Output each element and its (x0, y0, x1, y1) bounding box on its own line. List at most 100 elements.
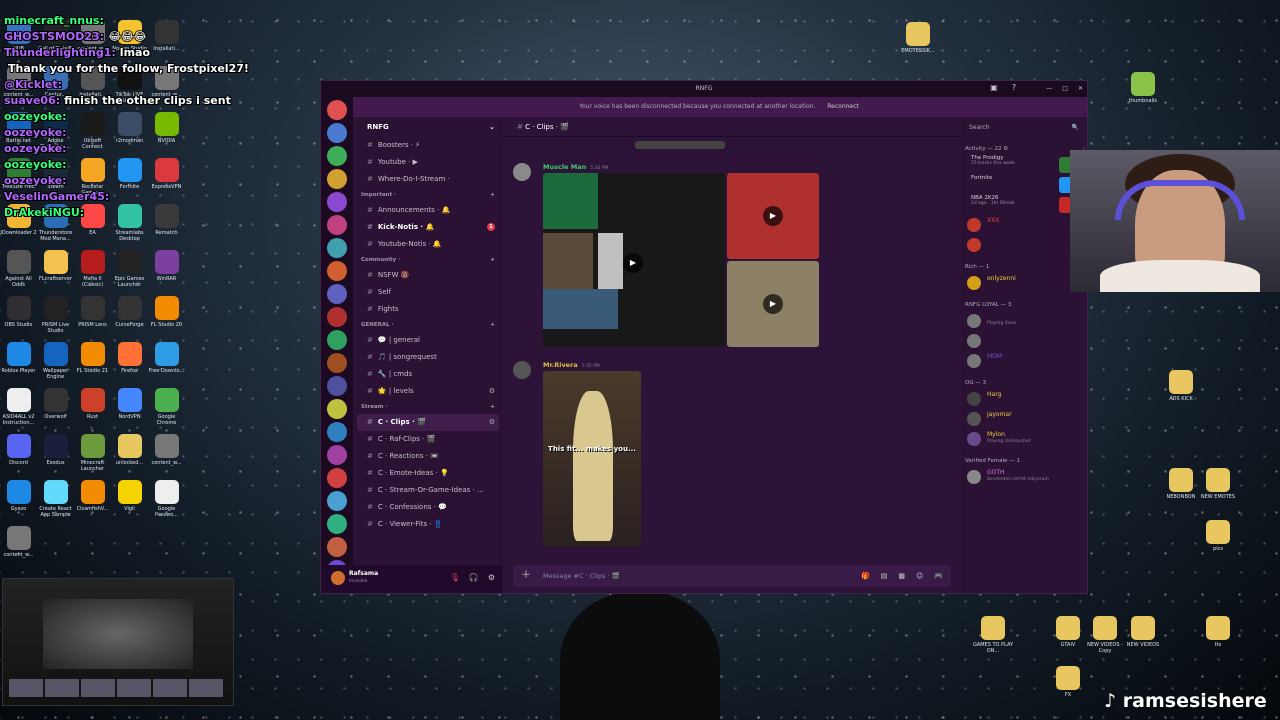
inbox-icon[interactable]: ▣ (989, 83, 999, 93)
desktop-icon[interactable]: Against All Odds (0, 250, 37, 288)
channel-item[interactable]: # Kick-Notis · 🔔 1 (357, 219, 499, 236)
avatar[interactable] (513, 361, 531, 379)
server-icon[interactable] (327, 146, 347, 166)
server-icon[interactable] (327, 353, 347, 373)
server-icon[interactable] (327, 330, 347, 350)
gift-icon[interactable]: 🎁 (861, 565, 870, 587)
channel-item[interactable]: # 💬 | general (357, 332, 499, 349)
desktop-icon[interactable]: Google Passwo... (148, 480, 185, 518)
member-item[interactable]: jayomar (965, 409, 1085, 429)
activity-item[interactable]: The Prodigy 15 tracks this week (965, 155, 1085, 175)
desktop-folder-icon[interactable]: EMOTESSIK... (893, 22, 943, 60)
message-author[interactable]: Muscle Man 5:30 PM (543, 163, 608, 171)
video-attachment[interactable]: ▶ (543, 173, 725, 347)
server-icon[interactable] (327, 169, 347, 189)
member-item[interactable]: Mylon Playing Undisputed (965, 429, 1085, 449)
gear-icon[interactable]: ⚙ (488, 573, 495, 582)
desktop-folder-icon[interactable]: GAMES TO PLAY ON... (968, 616, 1018, 654)
desktop-folder-icon[interactable]: NEBONBON (1156, 468, 1206, 506)
desktop-icon[interactable]: FL Studio 20 (148, 296, 185, 334)
video-attachment[interactable]: ▶ (727, 261, 819, 347)
server-icon[interactable] (327, 215, 347, 235)
desktop-icon[interactable]: Mafia II (Classic) (74, 250, 111, 288)
channel-item[interactable]: # Where-Do-I-Stream · (357, 171, 499, 188)
member-item[interactable]: Harg (965, 389, 1085, 409)
channel-item[interactable]: # NSFW 🔞 (357, 267, 499, 284)
server-icon[interactable] (327, 261, 347, 281)
avatar[interactable] (513, 163, 531, 181)
channel-category[interactable]: Important · + (357, 188, 499, 202)
channel-item[interactable]: # Boosters · ⚡ (357, 137, 499, 154)
channel-item[interactable]: # C · Reactions · 📼 (357, 448, 499, 465)
desktop-icon[interactable]: OBS Studio (0, 296, 37, 334)
channel-item[interactable]: # 🌟 | levels ⚙ (357, 383, 499, 400)
channel-category[interactable]: Community · + (357, 253, 499, 267)
server-icon[interactable] (327, 307, 347, 327)
server-icon[interactable] (327, 445, 347, 465)
desktop-icon[interactable]: Free Downlo... (148, 342, 185, 380)
avatar[interactable] (331, 571, 345, 585)
server-icon[interactable] (327, 284, 347, 304)
mute-icon[interactable]: 🎙 (450, 573, 460, 582)
server-icon[interactable] (327, 491, 347, 511)
server-icon[interactable] (327, 100, 347, 120)
desktop-icon[interactable]: unlocked... (111, 434, 148, 472)
play-icon[interactable]: ▶ (763, 206, 783, 226)
desktop-icon[interactable]: CurseForge (111, 296, 148, 334)
desktop-folder-icon[interactable]: FX (1043, 666, 1093, 704)
desktop-icon[interactable]: Wallpaper Engine (37, 342, 74, 380)
server-icon[interactable] (327, 192, 347, 212)
desktop-icon[interactable]: Vigil (111, 480, 148, 518)
desktop-icon[interactable]: Roblox Player (0, 342, 37, 380)
desktop-folder-icon[interactable]: ADS KICK (1156, 370, 1206, 408)
minimize-icon[interactable]: — (1046, 81, 1052, 97)
desktop-icon[interactable]: FL Studio 21 (74, 342, 111, 380)
desktop-icon[interactable]: Gyazo (0, 480, 37, 518)
message-input[interactable]: Message #C · Clips · 🎬 (543, 565, 620, 587)
desktop-icon[interactable]: PRISM Lens (74, 296, 111, 334)
help-icon[interactable]: ? (1009, 83, 1019, 93)
channel-item[interactable]: # Youtube · ▶ (357, 154, 499, 171)
member-item[interactable]: Playing Xeno (965, 311, 1085, 331)
channel-item[interactable]: # C · Raf-Clips · 🎬 (357, 431, 499, 448)
server-icon[interactable] (327, 123, 347, 143)
server-icon[interactable] (327, 468, 347, 488)
desktop-folder-icon[interactable]: tts (1193, 616, 1243, 654)
gif-icon[interactable]: ▤ (881, 565, 888, 587)
desktop-icon[interactable]: content_w... (148, 434, 185, 472)
add-channel-icon[interactable]: + (490, 318, 495, 332)
desktop-icon[interactable]: Discord (0, 434, 37, 472)
desktop-icon[interactable]: PRISM Live Studio (37, 296, 74, 334)
video-attachment[interactable]: ▶ (727, 173, 819, 259)
sticker-icon[interactable]: ▦ (898, 565, 905, 587)
server-icon[interactable] (327, 422, 347, 442)
channel-settings-icon[interactable]: ⚙ (489, 383, 495, 400)
deafen-icon[interactable]: 🎧 (469, 573, 479, 582)
desktop-icon[interactable]: content_w... (0, 526, 37, 564)
add-attachment-icon[interactable]: ＋ (521, 565, 531, 587)
emoji-icon[interactable]: ☺ (916, 565, 923, 587)
activity-item[interactable]: NBA 2K26 1d ago · 1hr Streak (965, 195, 1085, 215)
channel-item[interactable]: # C · Emote-Ideas · 💡 (357, 465, 499, 482)
server-icon[interactable] (327, 399, 347, 419)
channel-item[interactable]: # 🎵 | songrequest (357, 349, 499, 366)
member-item[interactable]: GOTH ibnelerden nefret ediyorum (965, 467, 1085, 487)
maximize-icon[interactable]: □ (1062, 81, 1068, 97)
close-icon[interactable]: ✕ (1078, 81, 1083, 97)
server-icon[interactable] (327, 514, 347, 534)
message-author[interactable]: Mr.Rivera 5:35 PM (543, 361, 600, 369)
add-channel-icon[interactable]: + (490, 400, 495, 414)
channel-category[interactable]: GENERAL · + (357, 318, 499, 332)
desktop-icon[interactable]: ASIO4ALL v2 Instruction... (0, 388, 37, 426)
channel-item[interactable]: # 🔧 | cmds (357, 366, 499, 383)
channel-item[interactable]: # C · Stream-Or-Game-Ideas · ... (357, 482, 499, 499)
desktop-icon[interactable]: Epic Games Launcher (111, 250, 148, 288)
add-channel-icon[interactable]: + (490, 188, 495, 202)
channel-item[interactable]: # Announcements · 🔔 (357, 202, 499, 219)
add-channel-icon[interactable]: + (490, 253, 495, 267)
server-icon[interactable] (327, 537, 347, 557)
desktop-icon[interactable]: Exodus (37, 434, 74, 472)
channel-item[interactable]: # C · Viewer-Fits · 👖 (357, 516, 499, 533)
member-item[interactable]: onlyzenni (965, 273, 1085, 293)
member-item[interactable] (965, 331, 1085, 351)
